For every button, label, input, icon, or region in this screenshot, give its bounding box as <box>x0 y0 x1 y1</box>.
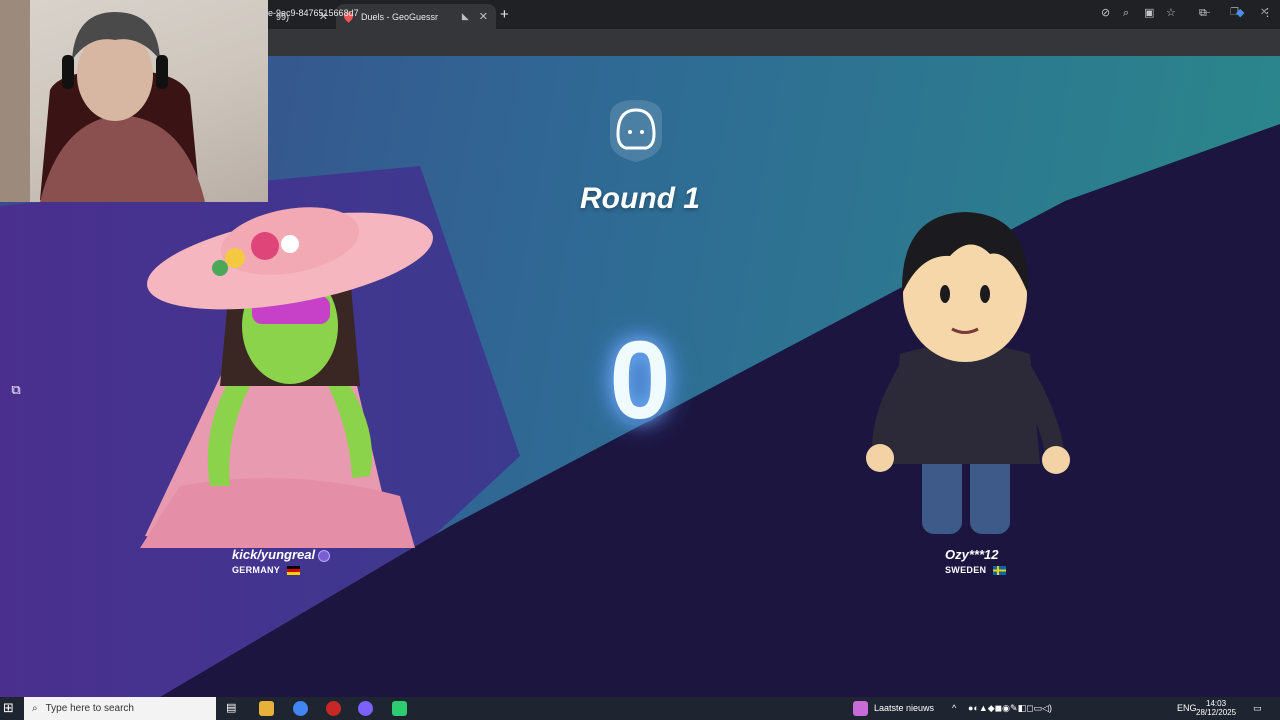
windows-taskbar: ⊞ ⌕ Type here to search ▤ Laatste nieuws… <box>0 697 1280 720</box>
notifications-icon[interactable]: ▭ <box>1253 703 1262 714</box>
news-widget-icon[interactable] <box>853 701 868 716</box>
sweden-flag-icon <box>993 566 1007 576</box>
player-left-avatar <box>140 207 433 548</box>
tab-duels-geoguessr[interactable]: Duels - GeoGuessr ◣ ✕ <box>336 4 496 29</box>
germany-flag-icon <box>286 566 300 576</box>
player-right-avatar <box>866 212 1070 534</box>
file-explorer-icon[interactable] <box>259 701 274 716</box>
tray-chevron-icon[interactable]: ^ <box>952 703 956 713</box>
address-bar <box>268 29 1280 56</box>
language-indicator[interactable]: ENG <box>1177 703 1197 713</box>
chat-icon[interactable]: ⧉ <box>7 381 25 399</box>
install-app-icon[interactable]: ▣ <box>1144 7 1154 20</box>
chrome-icon[interactable] <box>293 701 308 716</box>
site-muted-icon[interactable]: ⊘ <box>1101 7 1110 20</box>
round-title: Round 1 <box>580 182 700 215</box>
extensions-icon[interactable]: ⧉ <box>1199 7 1207 20</box>
menu-dots-icon[interactable]: ⋮ <box>1262 7 1273 20</box>
bookmark-star-icon[interactable]: ☆ <box>1166 7 1176 20</box>
copilot-icon[interactable]: ◆ <box>1236 7 1244 20</box>
app-purple-icon[interactable] <box>358 701 373 716</box>
webcam-overlay <box>0 0 268 202</box>
webcam-person <box>0 0 205 202</box>
player-right-country: SWEDEN <box>945 565 1007 576</box>
helmet-icon <box>610 100 662 162</box>
close-tab-icon[interactable]: ✕ <box>479 10 488 23</box>
tray-icons[interactable]: ●◐▲◆◼◉✎◧◻▭◁) <box>968 703 1052 714</box>
taskbar-search-box[interactable]: ⌕ Type here to search <box>24 697 216 720</box>
mute-tab-icon[interactable]: ◣ <box>462 11 469 22</box>
news-label[interactable]: Laatste nieuws <box>874 703 934 713</box>
player-left-country: GERMANY <box>232 565 300 576</box>
app-green-icon[interactable] <box>392 701 407 716</box>
round-timer: 0 <box>609 319 671 442</box>
player-right-name: Ozy***12 <box>945 547 999 562</box>
task-view-icon[interactable]: ▤ <box>226 701 241 716</box>
player-left-name: kick/yungreal <box>232 547 331 562</box>
app-red-icon[interactable] <box>326 701 341 716</box>
zoom-icon[interactable]: ⌕ <box>1123 7 1129 20</box>
search-icon: ⌕ <box>32 703 38 714</box>
new-tab-button[interactable]: + <box>500 6 509 23</box>
windows-start-icon[interactable]: ⊞ <box>3 700 18 715</box>
badge-icon <box>318 549 331 562</box>
taskbar-clock[interactable]: 14:03 28/12/2025 <box>1196 699 1236 717</box>
url-text[interactable]: e-9ec9-8476515668d7 <box>268 8 359 18</box>
